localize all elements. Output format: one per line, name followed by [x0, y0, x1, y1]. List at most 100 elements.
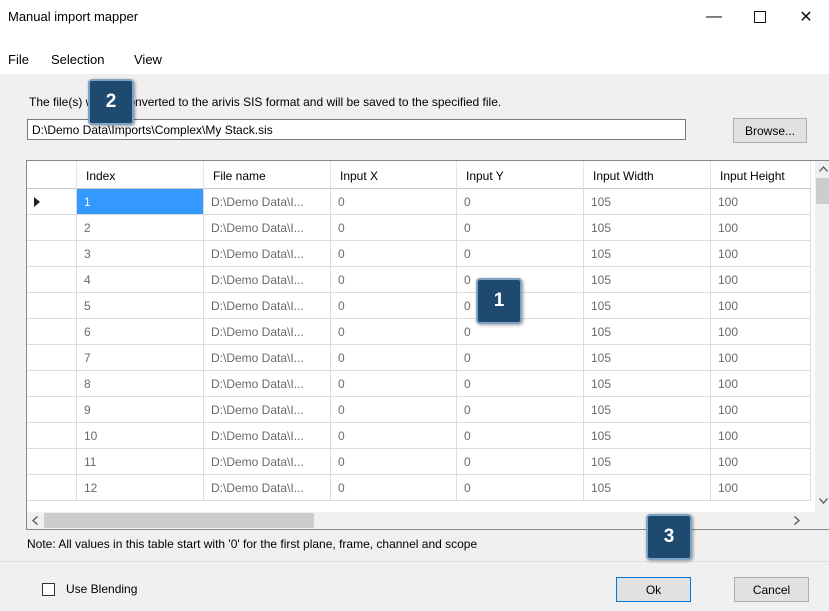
cell-input-width[interactable]: 105 [584, 423, 711, 449]
cell-input-x[interactable]: 0 [331, 423, 457, 449]
table-row[interactable]: 2 D:\Demo Data\I... 0 0 105 100 [27, 215, 811, 241]
cell-input-x[interactable]: 0 [331, 475, 457, 501]
cell-input-x[interactable]: 0 [331, 267, 457, 293]
cell-input-width[interactable]: 105 [584, 189, 711, 215]
cell-index[interactable]: 12 [77, 475, 204, 501]
table-row[interactable]: 12 D:\Demo Data\I... 0 0 105 100 [27, 475, 811, 501]
row-header[interactable] [27, 293, 77, 319]
browse-button[interactable]: Browse... [733, 118, 807, 143]
cell-input-y[interactable]: 0 [457, 371, 584, 397]
cell-index[interactable]: 10 [77, 423, 204, 449]
row-header[interactable] [27, 215, 77, 241]
cancel-button[interactable]: Cancel [734, 577, 809, 602]
menu-file[interactable]: File [8, 52, 29, 67]
cell-input-height[interactable]: 100 [711, 241, 811, 267]
import-table[interactable]: Index File name Input X Input Y Input Wi… [26, 160, 829, 530]
use-blending-checkbox[interactable] [42, 583, 55, 596]
cell-input-height[interactable]: 100 [711, 345, 811, 371]
cell-input-x[interactable]: 0 [331, 215, 457, 241]
cell-file-name[interactable]: D:\Demo Data\I... [204, 293, 331, 319]
row-header[interactable] [27, 241, 77, 267]
scroll-up-icon[interactable] [819, 166, 828, 172]
cell-input-height[interactable]: 100 [711, 319, 811, 345]
row-header[interactable] [27, 371, 77, 397]
table-row[interactable]: 11 D:\Demo Data\I... 0 0 105 100 [27, 449, 811, 475]
column-header-input-height[interactable]: Input Height [711, 161, 811, 189]
cell-index[interactable]: 4 [77, 267, 204, 293]
table-row[interactable]: 5 D:\Demo Data\I... 0 0 105 100 [27, 293, 811, 319]
cell-input-height[interactable]: 100 [711, 371, 811, 397]
cell-input-width[interactable]: 105 [584, 215, 711, 241]
table-row[interactable]: 7 D:\Demo Data\I... 0 0 105 100 [27, 345, 811, 371]
maximize-button[interactable] [737, 0, 783, 34]
cell-input-width[interactable]: 105 [584, 475, 711, 501]
table-row[interactable]: 9 D:\Demo Data\I... 0 0 105 100 [27, 397, 811, 423]
scroll-left-icon[interactable] [32, 516, 38, 525]
cell-index[interactable]: 8 [77, 371, 204, 397]
row-header[interactable] [27, 319, 77, 345]
cell-input-width[interactable]: 105 [584, 345, 711, 371]
row-header[interactable] [27, 345, 77, 371]
cell-input-x[interactable]: 0 [331, 241, 457, 267]
cell-input-x[interactable]: 0 [331, 293, 457, 319]
cell-file-name[interactable]: D:\Demo Data\I... [204, 241, 331, 267]
table-row[interactable]: 3 D:\Demo Data\I... 0 0 105 100 [27, 241, 811, 267]
column-header-input-width[interactable]: Input Width [584, 161, 711, 189]
table-row[interactable]: 4 D:\Demo Data\I... 0 0 105 100 [27, 267, 811, 293]
cell-file-name[interactable]: D:\Demo Data\I... [204, 397, 331, 423]
cell-file-name[interactable]: D:\Demo Data\I... [204, 475, 331, 501]
cell-index[interactable]: 6 [77, 319, 204, 345]
cell-input-height[interactable]: 100 [711, 267, 811, 293]
cell-input-x[interactable]: 0 [331, 449, 457, 475]
cell-input-height[interactable]: 100 [711, 397, 811, 423]
cell-input-x[interactable]: 0 [331, 345, 457, 371]
cell-index[interactable]: 1 [77, 189, 204, 215]
row-header[interactable] [27, 267, 77, 293]
cell-file-name[interactable]: D:\Demo Data\I... [204, 267, 331, 293]
cell-index[interactable]: 3 [77, 241, 204, 267]
row-header[interactable] [27, 397, 77, 423]
cell-input-width[interactable]: 105 [584, 371, 711, 397]
cell-input-height[interactable]: 100 [711, 215, 811, 241]
cell-input-width[interactable]: 105 [584, 319, 711, 345]
cell-input-width[interactable]: 105 [584, 449, 711, 475]
cell-file-name[interactable]: D:\Demo Data\I... [204, 215, 331, 241]
minimize-button[interactable]: — [691, 0, 737, 34]
cell-input-y[interactable]: 0 [457, 423, 584, 449]
horizontal-scroll-thumb[interactable] [44, 513, 314, 528]
menu-view[interactable]: View [134, 52, 162, 67]
column-header-input-x[interactable]: Input X [331, 161, 457, 189]
use-blending-label[interactable]: Use Blending [66, 582, 137, 596]
vertical-scroll-thumb[interactable] [816, 178, 829, 204]
menu-selection[interactable]: Selection [51, 52, 104, 67]
scroll-down-icon[interactable] [819, 498, 828, 504]
cell-input-height[interactable]: 100 [711, 423, 811, 449]
cell-input-height[interactable]: 100 [711, 189, 811, 215]
row-header[interactable] [27, 449, 77, 475]
cell-input-y[interactable]: 0 [457, 449, 584, 475]
cell-input-height[interactable]: 100 [711, 449, 811, 475]
cell-input-x[interactable]: 0 [331, 189, 457, 215]
cell-file-name[interactable]: D:\Demo Data\I... [204, 423, 331, 449]
column-header-index[interactable]: Index [77, 161, 204, 189]
scroll-right-icon[interactable] [794, 516, 800, 525]
row-header[interactable] [27, 189, 77, 215]
cell-input-width[interactable]: 105 [584, 397, 711, 423]
table-row[interactable]: 1 D:\Demo Data\I... 0 0 105 100 [27, 189, 811, 215]
cell-file-name[interactable]: D:\Demo Data\I... [204, 371, 331, 397]
table-row[interactable]: 8 D:\Demo Data\I... 0 0 105 100 [27, 371, 811, 397]
row-header[interactable] [27, 423, 77, 449]
cell-input-width[interactable]: 105 [584, 267, 711, 293]
cell-input-height[interactable]: 100 [711, 293, 811, 319]
column-header-input-y[interactable]: Input Y [457, 161, 584, 189]
horizontal-scrollbar[interactable] [27, 512, 829, 529]
table-row[interactable]: 10 D:\Demo Data\I... 0 0 105 100 [27, 423, 811, 449]
ok-button[interactable]: Ok [616, 577, 691, 602]
cell-file-name[interactable]: D:\Demo Data\I... [204, 345, 331, 371]
table-row[interactable]: 6 D:\Demo Data\I... 0 0 105 100 [27, 319, 811, 345]
cell-input-y[interactable]: 0 [457, 215, 584, 241]
cell-index[interactable]: 11 [77, 449, 204, 475]
column-header-file-name[interactable]: File name [204, 161, 331, 189]
cell-input-y[interactable]: 0 [457, 241, 584, 267]
cell-input-y[interactable]: 0 [457, 345, 584, 371]
